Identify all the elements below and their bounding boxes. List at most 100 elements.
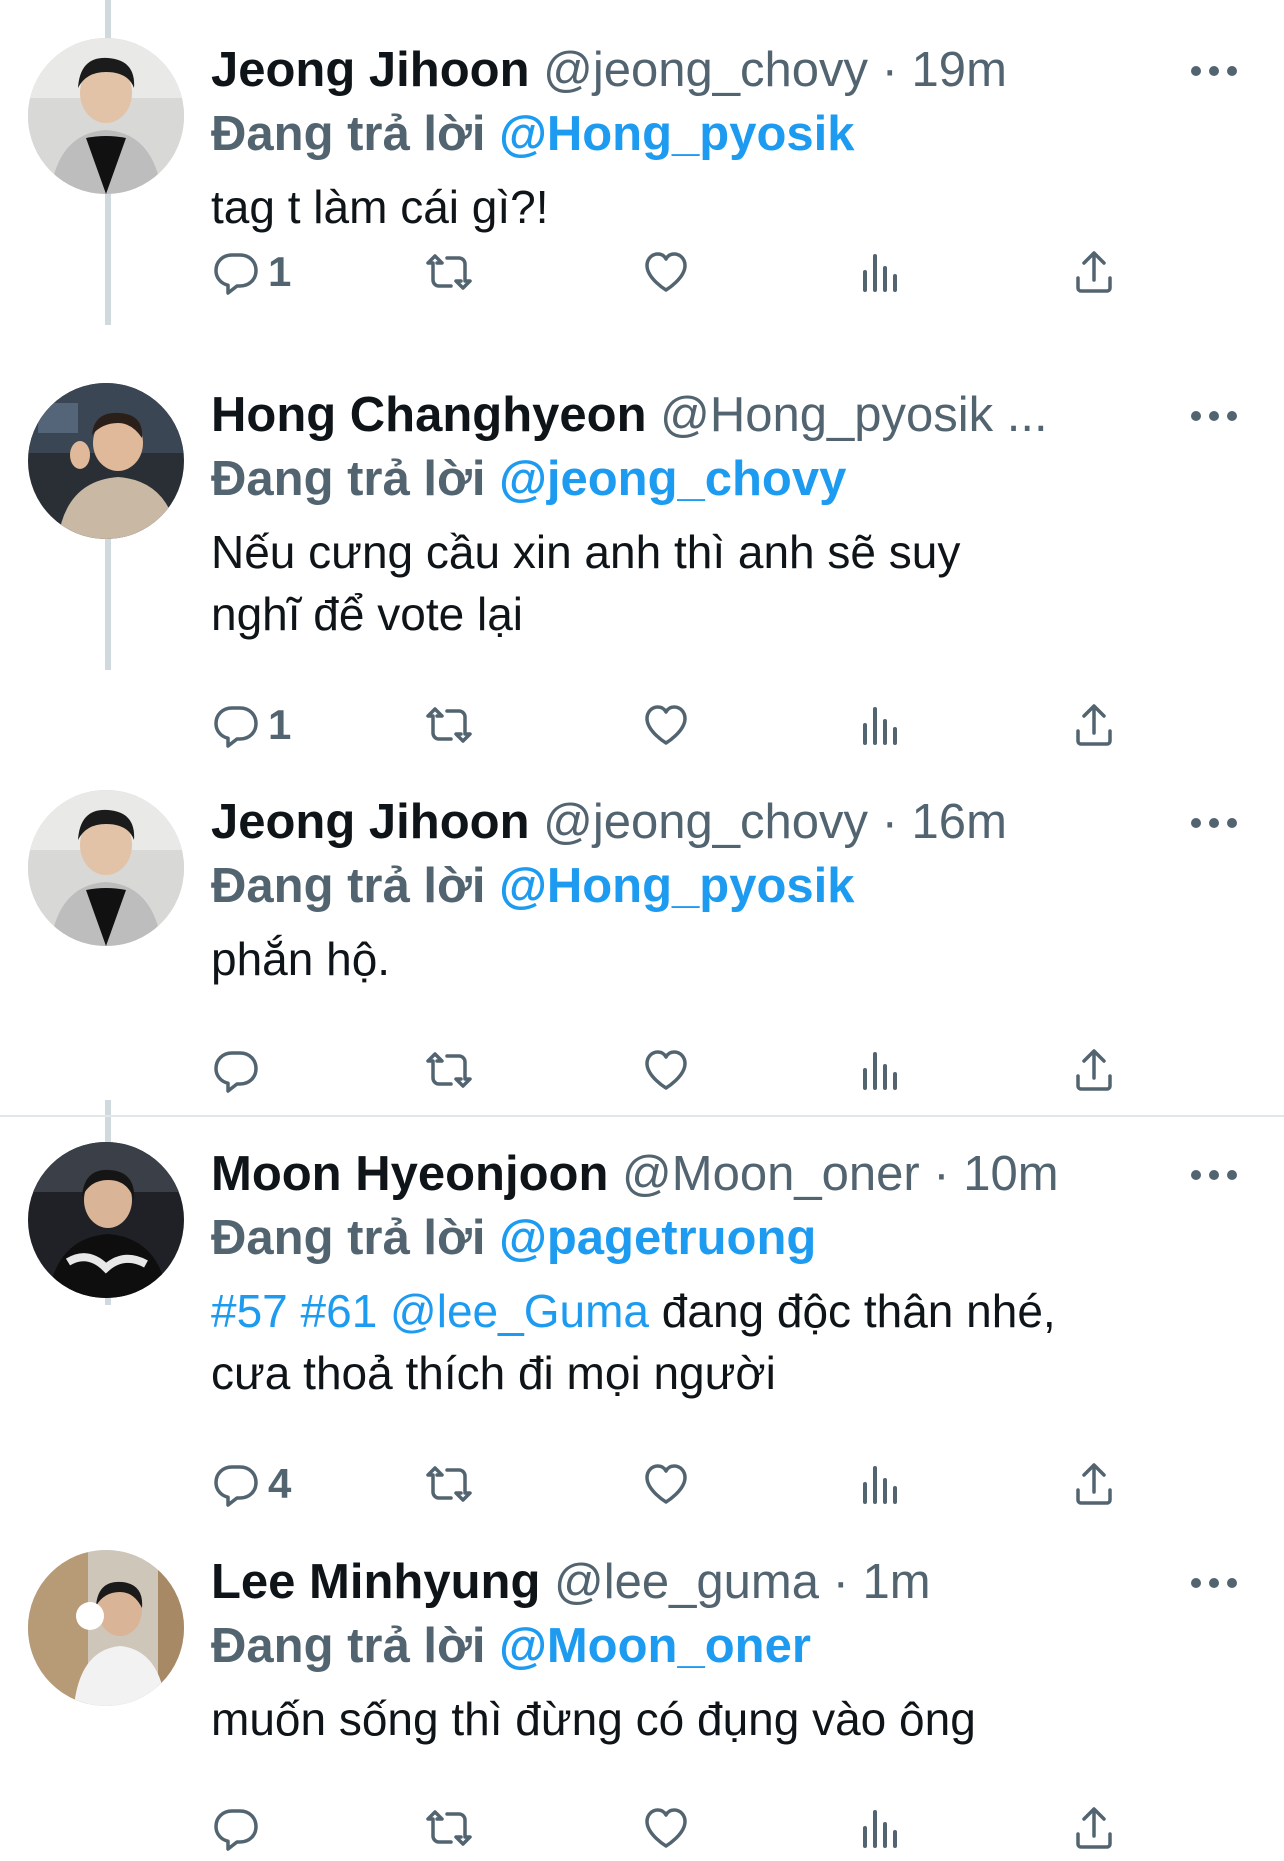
retweet-button[interactable] <box>425 244 473 300</box>
tweet-time: · 10m <box>919 1147 1059 1201</box>
author-name[interactable]: Jeong Jihoon <box>211 795 530 849</box>
action-bar <box>0 1800 1284 1856</box>
reply-button[interactable] <box>212 1042 268 1098</box>
avatar[interactable] <box>28 1550 184 1706</box>
author-name[interactable]: Lee Minhyung <box>211 1555 540 1609</box>
reply-button[interactable]: 4 <box>212 1456 291 1512</box>
reply-prefix: Đang trả lời <box>211 1211 486 1265</box>
views-button[interactable] <box>857 1042 905 1098</box>
tweet-time: · 19m <box>868 43 1007 97</box>
more-icon[interactable] <box>1184 1160 1244 1190</box>
avatar[interactable] <box>28 1142 184 1298</box>
avatar[interactable] <box>28 790 184 946</box>
tweet-text: #57 #61 @lee_Guma đang độc thân nhé, cưa… <box>211 1280 1244 1404</box>
views-button[interactable] <box>857 244 905 300</box>
like-button[interactable] <box>642 697 690 753</box>
author-name[interactable]: Moon Hyeonjoon <box>211 1147 608 1201</box>
retweet-icon <box>426 1810 472 1846</box>
reply-count: 1 <box>268 701 292 748</box>
reply-icon <box>214 1809 258 1851</box>
views-button[interactable] <box>857 1800 905 1856</box>
replying-to: Đang trả lời @pagetruong <box>211 1206 1244 1270</box>
heart-icon <box>645 705 687 745</box>
analytics-icon <box>863 254 897 292</box>
reply-count: 4 <box>268 1460 292 1507</box>
share-icon <box>1076 1807 1112 1849</box>
author-handle[interactable]: @Hong_pyosik ... <box>660 388 1047 442</box>
tweet-text: Nếu cưng cầu xin anh thì anh sẽ suy nghĩ… <box>211 526 961 640</box>
action-bar: 1 <box>0 244 1284 300</box>
more-icon[interactable] <box>1184 401 1244 431</box>
reply-prefix: Đang trả lời <box>211 1619 486 1673</box>
more-icon[interactable] <box>1184 1568 1244 1598</box>
analytics-icon <box>863 1466 897 1504</box>
action-bar: 4 <box>0 1456 1284 1512</box>
reply-icon <box>214 253 258 295</box>
retweet-button[interactable] <box>425 1456 473 1512</box>
action-bar <box>0 1042 1284 1098</box>
reply-count: 1 <box>268 248 292 295</box>
reply-prefix: Đang trả lời <box>211 107 486 161</box>
heart-icon <box>645 1808 687 1848</box>
tweet-time: · 16m <box>868 795 1007 849</box>
share-icon <box>1076 1049 1112 1091</box>
reply-prefix: Đang trả lời <box>211 859 486 913</box>
like-button[interactable] <box>642 244 690 300</box>
reply-button[interactable]: 1 <box>212 244 291 300</box>
share-button[interactable] <box>1070 1042 1118 1098</box>
author-handle[interactable]: @jeong_chovy <box>543 43 868 97</box>
reply-mention[interactable]: @Hong_pyosik <box>499 107 854 161</box>
analytics-icon <box>863 1052 897 1090</box>
author-handle[interactable]: @lee_guma <box>554 1555 819 1609</box>
retweet-button[interactable] <box>425 1042 473 1098</box>
reply-mention[interactable]: @Moon_oner <box>499 1619 811 1673</box>
reply-mention[interactable]: @jeong_chovy <box>499 452 846 506</box>
author-handle[interactable]: @Moon_oner <box>622 1147 920 1201</box>
views-button[interactable] <box>857 697 905 753</box>
like-button[interactable] <box>642 1042 690 1098</box>
reply-icon <box>214 706 258 748</box>
avatar[interactable] <box>28 38 184 194</box>
share-button[interactable] <box>1070 1456 1118 1512</box>
retweet-button[interactable] <box>425 1800 473 1856</box>
reply-mention[interactable]: @Hong_pyosik <box>499 859 854 913</box>
replying-to: Đang trả lời @Hong_pyosik <box>211 854 1244 918</box>
share-button[interactable] <box>1070 244 1118 300</box>
reply-button[interactable] <box>212 1800 268 1856</box>
hashtag-mention-links[interactable]: #57 #61 @lee_Guma <box>211 1285 649 1337</box>
tweet-text: phắn hộ. <box>211 933 391 985</box>
reply-mention[interactable]: @pagetruong <box>499 1211 816 1265</box>
more-icon[interactable] <box>1184 808 1244 838</box>
action-bar: 1 <box>0 697 1284 753</box>
like-button[interactable] <box>642 1800 690 1856</box>
retweet-icon <box>426 1052 472 1088</box>
share-icon <box>1076 251 1112 293</box>
more-icon[interactable] <box>1184 56 1244 86</box>
share-icon <box>1076 704 1112 746</box>
reply-prefix: Đang trả lời <box>211 452 486 506</box>
heart-icon <box>645 252 687 292</box>
reply-icon <box>214 1465 258 1507</box>
heart-icon <box>645 1050 687 1090</box>
retweet-icon <box>426 1466 472 1502</box>
heart-icon <box>645 1464 687 1504</box>
tweet-text: muốn sống thì đừng có đụng vào ông <box>211 1693 976 1745</box>
author-handle[interactable]: @jeong_chovy <box>543 795 868 849</box>
share-icon <box>1076 1463 1112 1505</box>
replying-to: Đang trả lời @jeong_chovy <box>211 447 1244 511</box>
retweet-button[interactable] <box>425 697 473 753</box>
author-name[interactable]: Jeong Jihoon <box>211 43 530 97</box>
share-button[interactable] <box>1070 697 1118 753</box>
share-button[interactable] <box>1070 1800 1118 1856</box>
views-button[interactable] <box>857 1456 905 1512</box>
reply-button[interactable]: 1 <box>212 697 291 753</box>
tweet-text: tag t làm cái gì?! <box>211 181 549 233</box>
replying-to: Đang trả lời @Moon_oner <box>211 1614 1244 1678</box>
author-name[interactable]: Hong Changhyeon <box>211 388 647 442</box>
retweet-icon <box>426 254 472 290</box>
avatar[interactable] <box>28 383 184 539</box>
tweet-time: · 1m <box>818 1555 931 1609</box>
like-button[interactable] <box>642 1456 690 1512</box>
replying-to: Đang trả lời @Hong_pyosik <box>211 102 1244 166</box>
retweet-icon <box>426 707 472 743</box>
